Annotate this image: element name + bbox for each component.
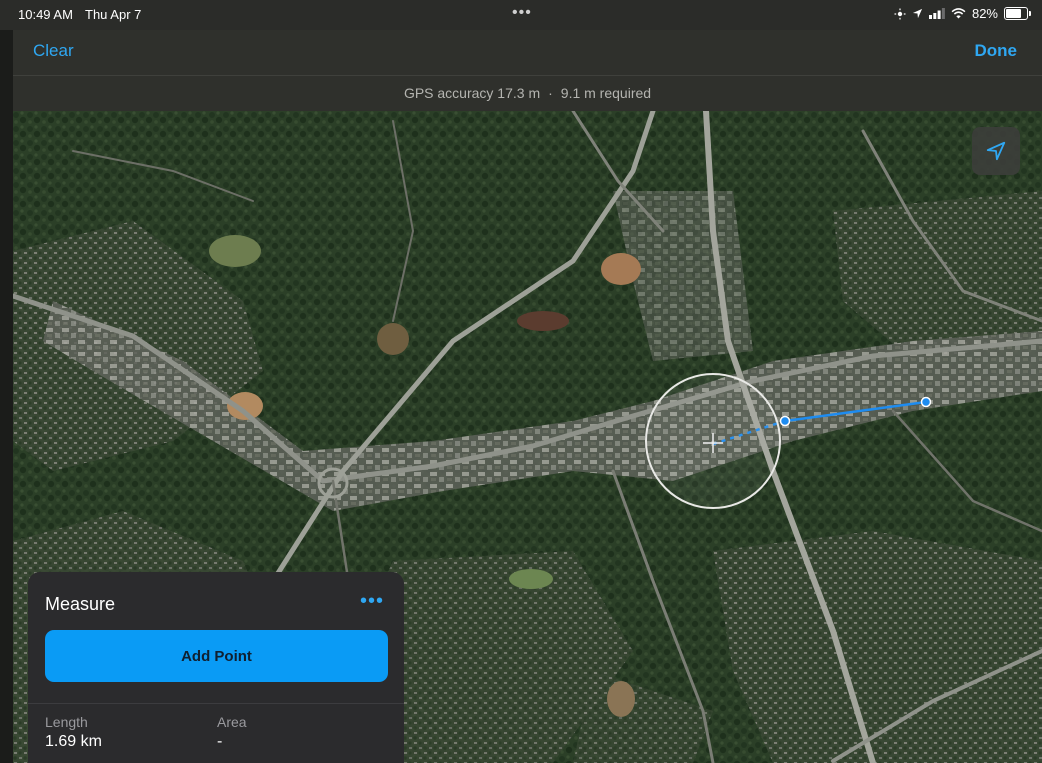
divider	[28, 703, 404, 704]
battery-icon	[1004, 7, 1031, 20]
ellipsis-icon[interactable]: •••	[360, 590, 384, 613]
length-value: 1.69 km	[45, 733, 102, 750]
gps-required-text: 9.1 m required	[560, 85, 652, 101]
add-point-button[interactable]: Add Point	[45, 630, 388, 682]
area-label: Area	[217, 714, 247, 730]
battery-percentage: 82%	[971, 6, 998, 21]
area-stat: Area -	[217, 714, 247, 751]
multitasking-dots-icon[interactable]: •••	[512, 4, 532, 22]
wifi-icon	[951, 8, 966, 19]
status-icons: 82%	[894, 6, 1031, 21]
clear-button[interactable]: Clear	[33, 41, 74, 61]
measure-panel: Measure ••• Add Point Length 1.69 km Are…	[28, 572, 404, 763]
gps-separator: ·	[548, 85, 553, 101]
location-arrow-icon	[912, 8, 923, 19]
length-label: Length	[45, 714, 88, 730]
gps-accuracy-text: GPS accuracy 17.3 m	[403, 85, 541, 101]
done-button[interactable]: Done	[975, 41, 1018, 61]
signal-icon	[928, 8, 945, 19]
navigation-bar: Clear Done	[13, 30, 1042, 76]
brightness-icon	[894, 8, 906, 19]
panel-title: Measure	[45, 594, 116, 614]
length-stat: Length 1.69 km	[45, 714, 102, 751]
locate-button[interactable]	[972, 127, 1020, 175]
status-bar: 10:49 AM Thu Apr 7 ••• 82%	[0, 0, 1042, 30]
status-time: 10:49 AM	[18, 7, 73, 22]
area-value: -	[217, 733, 223, 750]
gps-accuracy-bar: GPS accuracy 17.3 m · 9.1 m required	[13, 76, 1042, 111]
location-arrow-icon	[986, 141, 1006, 161]
status-date: Thu Apr 7	[85, 7, 142, 22]
